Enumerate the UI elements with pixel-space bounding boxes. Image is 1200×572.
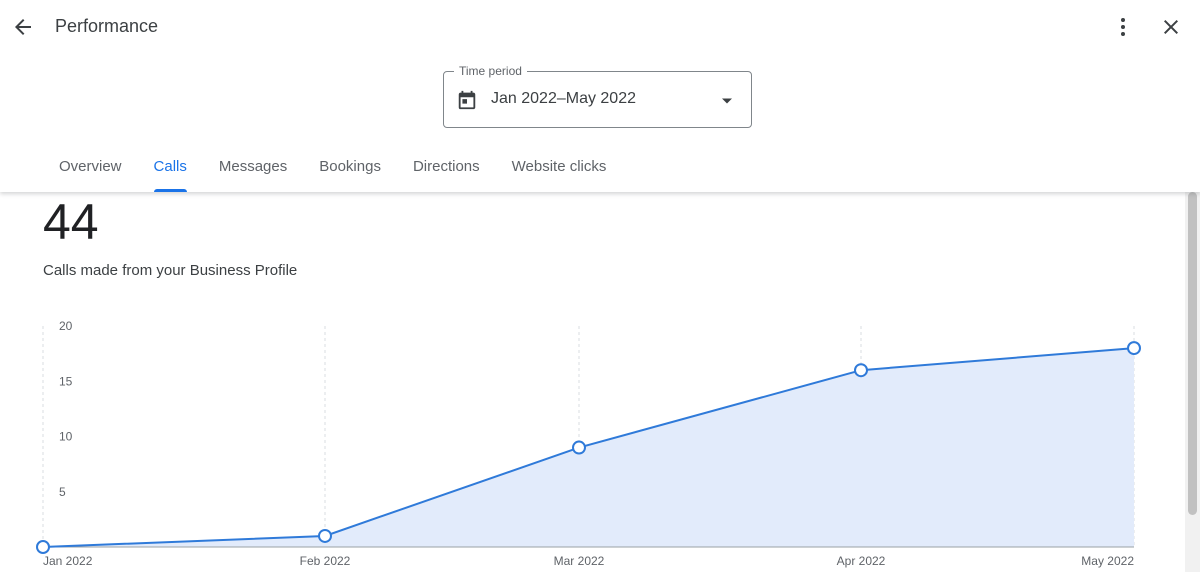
y-tick-label-0: 5 — [59, 485, 66, 499]
area-fill — [43, 348, 1134, 547]
close-button[interactable] — [1151, 7, 1191, 47]
x-tick-label-0: Jan 2022 — [43, 554, 93, 568]
tab-directions[interactable]: Directions — [397, 146, 496, 192]
scrollbar-thumb[interactable] — [1188, 192, 1197, 515]
dropdown-arrow-icon — [722, 98, 732, 104]
data-point-1 — [318, 528, 332, 543]
more-options-button[interactable] — [1103, 7, 1143, 47]
time-period-label: Time period — [454, 64, 527, 78]
tab-bookings[interactable]: Bookings — [303, 146, 397, 192]
tab-messages[interactable]: Messages — [203, 146, 303, 192]
data-point-2 — [572, 440, 586, 455]
data-point-3 — [854, 363, 868, 378]
data-point-0 — [36, 540, 50, 554]
tab-website-clicks[interactable]: Website clicks — [496, 146, 623, 192]
tab-overview[interactable]: Overview — [43, 146, 138, 192]
back-button[interactable] — [3, 7, 43, 47]
x-tick-label-2: Mar 2022 — [554, 554, 605, 568]
time-period-select[interactable]: Time period Jan 2022–May 2022 — [443, 64, 752, 128]
x-tick-label-3: Apr 2022 — [837, 554, 886, 568]
time-period-value: Jan 2022–May 2022 — [491, 90, 636, 107]
tab-bar: Overview Calls Messages Bookings Directi… — [43, 146, 622, 192]
y-tick-label-2: 15 — [59, 374, 73, 388]
arrow-back-icon — [15, 19, 31, 35]
more-vert-icon — [1121, 18, 1125, 36]
calendar-icon — [458, 90, 476, 110]
close-icon — [1164, 20, 1178, 34]
x-tick-label-4: May 2022 — [1081, 554, 1134, 568]
calls-chart: 5 10 15 20 Jan 2022 Feb 2022 Mar 2022 Apr 2022 M… — [36, 319, 1141, 568]
y-tick-label-1: 10 — [59, 430, 73, 444]
page-title: Performance — [55, 16, 159, 36]
y-tick-label-3: 20 — [59, 319, 73, 333]
x-tick-label-1: Feb 2022 — [300, 554, 351, 568]
app-header: Performance Time period Jan 2022–May 202… — [0, 0, 1200, 192]
tab-calls[interactable]: Calls — [138, 146, 203, 192]
data-point-4 — [1127, 341, 1141, 356]
